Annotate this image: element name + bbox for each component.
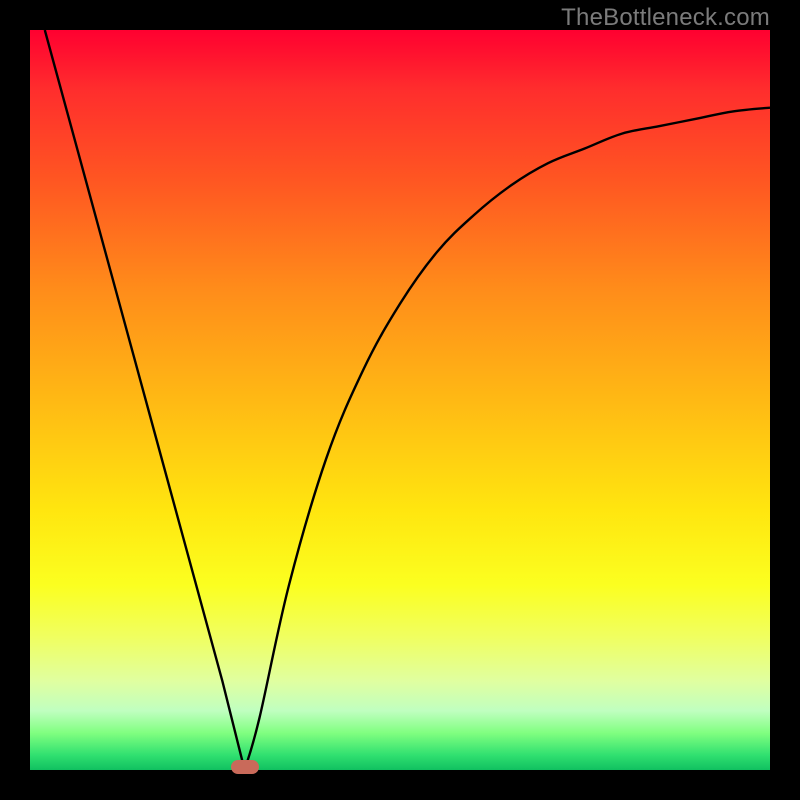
bottleneck-curve	[30, 30, 770, 770]
minimum-marker	[231, 760, 259, 774]
watermark-text: TheBottleneck.com	[561, 4, 770, 32]
plot-area	[30, 30, 770, 770]
chart-frame: TheBottleneck.com	[0, 0, 800, 800]
curve-path	[45, 30, 770, 770]
